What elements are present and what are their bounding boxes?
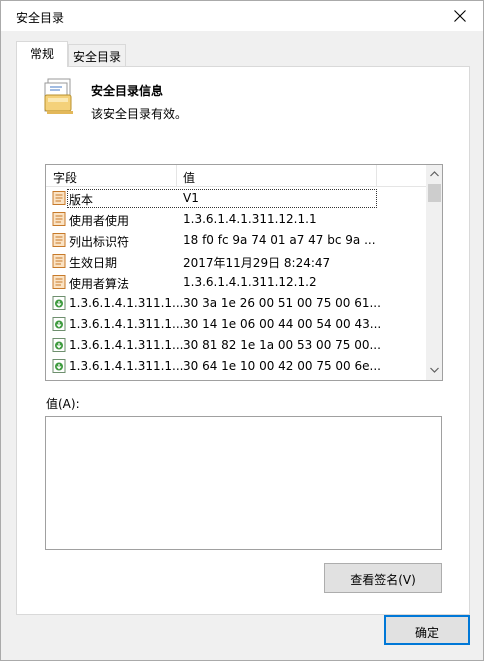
ok-button[interactable]: 确定 — [384, 615, 470, 645]
dialog-window: 安全目录 常规 安全目录 安全目录信息 该安全目录有效。 字段 值 版本 V1 … — [0, 0, 484, 661]
extension-icon — [52, 359, 66, 373]
row-field-value: 2017年11月29日 8:24:47 — [183, 256, 331, 270]
row-field-value: 1.3.6.1.4.1.311.12.1.2 — [183, 275, 317, 289]
row-field-name: 1.3.6.1.4.1.311.1... — [69, 338, 184, 352]
scrollbar-thumb[interactable] — [428, 184, 441, 202]
info-status: 该安全目录有效。 — [91, 107, 188, 121]
list-scrollbar[interactable] — [426, 165, 442, 380]
row-field-name: 使用者算法 — [69, 277, 130, 291]
list-row[interactable]: 生效日期 2017年11月29日 8:24:47 — [46, 251, 426, 272]
row-field-name: 1.3.6.1.4.1.311.1... — [69, 317, 184, 331]
list-row[interactable]: 1.3.6.1.4.1.311.1... 30 3a 1e 26 00 51 00… — [46, 293, 426, 314]
property-icon — [52, 254, 66, 268]
value-textbox[interactable] — [45, 416, 442, 550]
row-field-value: 30 81 82 1e 1a 00 53 00 75 00... — [183, 338, 381, 352]
list-row[interactable]: 使用者使用 1.3.6.1.4.1.311.12.1.1 — [46, 209, 426, 230]
close-button[interactable] — [437, 1, 483, 31]
extension-icon — [52, 317, 66, 331]
row-field-value: 18 f0 fc 9a 74 01 a7 47 bc 9a ... — [183, 233, 376, 247]
column-divider[interactable] — [176, 165, 177, 187]
window-title: 安全目录 — [16, 11, 65, 25]
row-field-value: 30 14 1e 06 00 44 00 54 00 43... — [183, 317, 382, 331]
extension-icon — [52, 338, 66, 352]
title-bar: 安全目录 — [1, 1, 483, 31]
view-signature-button[interactable]: 查看签名(V) — [324, 563, 442, 593]
row-field-name: 1.3.6.1.4.1.311.1... — [69, 296, 184, 310]
property-icon — [52, 233, 66, 247]
property-icon — [52, 212, 66, 226]
close-icon — [454, 10, 466, 22]
tab-general[interactable]: 常规 — [16, 41, 68, 67]
row-field-name: 生效日期 — [69, 256, 118, 270]
tab-security-catalog[interactable]: 安全目录 — [68, 44, 126, 66]
fields-list[interactable]: 字段 值 版本 V1 使用者使用 1.3.6.1.4.1.311.12.1.1 列出标识… — [45, 164, 443, 381]
row-field-name: 使用者使用 — [69, 214, 130, 228]
row-field-value: 1.3.6.1.4.1.311.12.1.1 — [183, 212, 317, 226]
info-title: 安全目录信息 — [91, 84, 164, 98]
list-row[interactable]: 1.3.6.1.4.1.311.1... 30 14 1e 06 00 44 00… — [46, 314, 426, 335]
row-field-value: 30 3a 1e 26 00 51 00 75 00 61... — [183, 296, 381, 310]
focus-rectangle — [67, 189, 377, 208]
list-header: 字段 值 — [46, 165, 426, 187]
scroll-down-icon[interactable] — [430, 367, 439, 373]
list-row[interactable]: 1.3.6.1.4.1.311.1... 30 64 1e 10 00 42 00… — [46, 356, 426, 377]
general-tab-panel: 安全目录信息 该安全目录有效。 字段 值 版本 V1 使用者使用 1.3.6.1.4.… — [16, 66, 470, 615]
list-row[interactable]: 使用者算法 1.3.6.1.4.1.311.12.1.2 — [46, 272, 426, 293]
row-field-value: 30 64 1e 10 00 42 00 75 00 6e... — [183, 359, 381, 373]
row-field-name: 1.3.6.1.4.1.311.1... — [69, 359, 184, 373]
list-row[interactable]: 列出标识符 18 f0 fc 9a 74 01 a7 47 bc 9a ... — [46, 230, 426, 251]
property-icon — [52, 275, 66, 289]
column-header-field[interactable]: 字段 — [53, 169, 77, 186]
property-icon — [52, 191, 66, 205]
value-label: 值(A): — [46, 397, 80, 411]
column-divider[interactable] — [376, 165, 377, 187]
row-field-name: 列出标识符 — [69, 235, 130, 249]
catalog-file-icon — [42, 77, 78, 120]
column-header-value[interactable]: 值 — [183, 169, 195, 186]
scroll-up-icon[interactable] — [430, 171, 439, 177]
extension-icon — [52, 296, 66, 310]
list-row[interactable]: 版本 V1 — [46, 188, 426, 209]
list-row[interactable]: 1.3.6.1.4.1.311.1... 30 81 82 1e 1a 00 53… — [46, 335, 426, 356]
